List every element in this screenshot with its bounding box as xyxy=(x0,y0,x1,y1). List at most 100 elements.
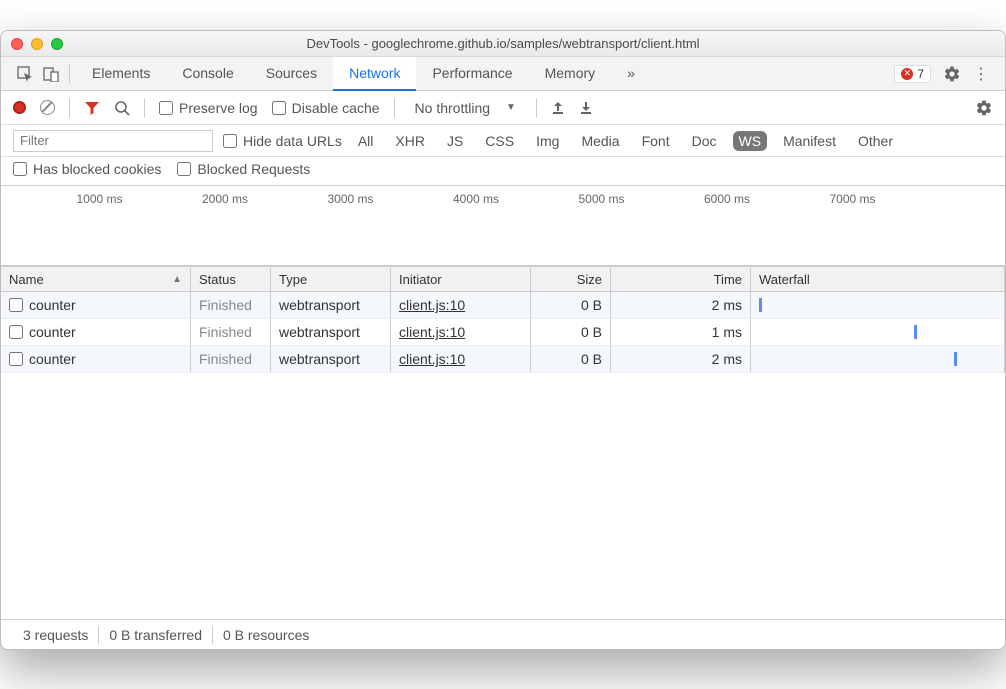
network-settings-icon[interactable] xyxy=(975,99,993,117)
request-name: counter xyxy=(29,324,76,340)
error-icon: ✕ xyxy=(901,68,913,80)
request-name: counter xyxy=(29,351,76,367)
record-button[interactable] xyxy=(13,101,26,114)
timeline-tick: 7000 ms xyxy=(754,192,880,265)
status-resources: 0 B resources xyxy=(213,627,319,643)
tab-performance[interactable]: Performance xyxy=(416,57,528,91)
initiator-link[interactable]: client.js:10 xyxy=(399,297,465,313)
settings-icon[interactable] xyxy=(943,65,961,83)
cell-waterfall xyxy=(751,346,1005,372)
timeline-tick: 5000 ms xyxy=(503,192,629,265)
blocked-cookies-input[interactable] xyxy=(13,162,27,176)
cell-size: 0 B xyxy=(531,346,611,372)
divider xyxy=(69,98,70,118)
type-ws[interactable]: WS xyxy=(733,131,768,151)
initiator-link[interactable]: client.js:10 xyxy=(399,351,465,367)
tab-memory[interactable]: Memory xyxy=(529,57,612,91)
blocked-requests-label: Blocked Requests xyxy=(197,161,310,177)
waterfall-bar xyxy=(914,325,917,339)
waterfall-bar xyxy=(759,298,762,312)
col-initiator[interactable]: Initiator xyxy=(391,267,531,291)
cell-size: 0 B xyxy=(531,292,611,318)
col-type[interactable]: Type xyxy=(271,267,391,291)
device-mode-icon[interactable] xyxy=(43,66,59,82)
timeline-tick: 3000 ms xyxy=(252,192,378,265)
errors-count: 7 xyxy=(917,67,924,81)
type-media[interactable]: Media xyxy=(575,131,625,151)
preserve-log-checkbox[interactable]: Preserve log xyxy=(159,100,258,116)
hide-data-urls-input[interactable] xyxy=(223,134,237,148)
devtools-window: DevTools - googlechrome.github.io/sample… xyxy=(0,30,1006,650)
timeline-tick: 1000 ms xyxy=(1,192,127,265)
col-time[interactable]: Time xyxy=(611,267,751,291)
cell-waterfall xyxy=(751,319,1005,345)
window-controls xyxy=(11,38,63,50)
errors-badge[interactable]: ✕ 7 xyxy=(894,65,931,83)
type-img[interactable]: Img xyxy=(530,131,565,151)
request-row[interactable]: counterFinishedwebtransportclient.js:100… xyxy=(1,346,1005,373)
cell-name: counter xyxy=(1,319,191,345)
hide-data-urls-checkbox[interactable]: Hide data URLs xyxy=(223,133,342,149)
export-har-icon[interactable] xyxy=(579,101,593,115)
divider xyxy=(144,98,145,118)
disable-cache-input[interactable] xyxy=(272,101,286,115)
divider xyxy=(69,64,70,84)
timeline-overview[interactable]: 1000 ms 2000 ms 3000 ms 4000 ms 5000 ms … xyxy=(1,186,1005,266)
blocked-requests-checkbox[interactable]: Blocked Requests xyxy=(177,161,310,177)
row-checkbox[interactable] xyxy=(9,325,23,339)
disable-cache-checkbox[interactable]: Disable cache xyxy=(272,100,380,116)
type-other[interactable]: Other xyxy=(852,131,899,151)
preserve-log-input[interactable] xyxy=(159,101,173,115)
cell-initiator: client.js:10 xyxy=(391,346,531,372)
divider xyxy=(536,98,537,118)
import-har-icon[interactable] xyxy=(551,101,565,115)
status-transferred: 0 B transferred xyxy=(99,627,212,643)
row-checkbox[interactable] xyxy=(9,352,23,366)
divider xyxy=(394,98,395,118)
request-row[interactable]: counterFinishedwebtransportclient.js:100… xyxy=(1,319,1005,346)
timeline-tick: 2000 ms xyxy=(127,192,253,265)
col-waterfall[interactable]: Waterfall xyxy=(751,267,1005,291)
timeline-tick: 4000 ms xyxy=(378,192,504,265)
status-requests: 3 requests xyxy=(13,627,98,643)
close-window-button[interactable] xyxy=(11,38,23,50)
cell-status: Finished xyxy=(191,292,271,318)
type-doc[interactable]: Doc xyxy=(686,131,723,151)
tab-more[interactable]: » xyxy=(611,57,651,91)
request-name: counter xyxy=(29,297,76,313)
filter-toggle-icon[interactable] xyxy=(84,100,100,116)
type-manifest[interactable]: Manifest xyxy=(777,131,842,151)
initiator-link[interactable]: client.js:10 xyxy=(399,324,465,340)
cell-size: 0 B xyxy=(531,319,611,345)
request-row[interactable]: counterFinishedwebtransportclient.js:100… xyxy=(1,292,1005,319)
tab-network[interactable]: Network xyxy=(333,57,416,91)
kebab-menu-icon[interactable]: ⋮ xyxy=(973,64,989,84)
clear-button[interactable] xyxy=(40,100,55,115)
type-font[interactable]: Font xyxy=(636,131,676,151)
tab-console[interactable]: Console xyxy=(166,57,249,91)
throttling-select[interactable]: No throttling ▼ xyxy=(409,100,522,116)
cell-type: webtransport xyxy=(271,319,391,345)
status-bar: 3 requests 0 B transferred 0 B resources xyxy=(1,619,1005,649)
inspect-element-icon[interactable] xyxy=(17,66,33,82)
cell-name: counter xyxy=(1,292,191,318)
cell-initiator: client.js:10 xyxy=(391,292,531,318)
type-xhr[interactable]: XHR xyxy=(389,131,431,151)
search-icon[interactable] xyxy=(114,100,130,116)
filter-input[interactable] xyxy=(13,130,213,152)
blocked-requests-input[interactable] xyxy=(177,162,191,176)
blocked-cookies-checkbox[interactable]: Has blocked cookies xyxy=(13,161,161,177)
tab-elements[interactable]: Elements xyxy=(76,57,166,91)
tab-sources[interactable]: Sources xyxy=(250,57,333,91)
type-js[interactable]: JS xyxy=(441,131,469,151)
cell-name: counter xyxy=(1,346,191,372)
maximize-window-button[interactable] xyxy=(51,38,63,50)
minimize-window-button[interactable] xyxy=(31,38,43,50)
row-checkbox[interactable] xyxy=(9,298,23,312)
col-status[interactable]: Status xyxy=(191,267,271,291)
network-toolbar: Preserve log Disable cache No throttling… xyxy=(1,91,1005,125)
type-css[interactable]: CSS xyxy=(479,131,520,151)
col-name[interactable]: Name▲ xyxy=(1,267,191,291)
col-size[interactable]: Size xyxy=(531,267,611,291)
type-all[interactable]: All xyxy=(352,131,380,151)
